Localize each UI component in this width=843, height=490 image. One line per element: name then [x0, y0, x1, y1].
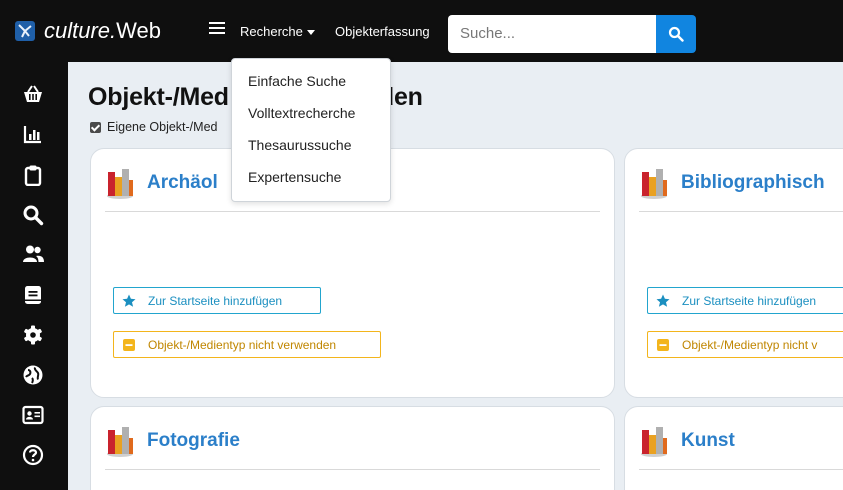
card-divider: [105, 469, 600, 470]
card-title[interactable]: Bibliographisch: [681, 172, 825, 194]
minus-square-icon: [123, 338, 135, 351]
page-title-start: Objekt-/Med: [88, 83, 229, 111]
add-to-start-label: Zur Startseite hinzufügen: [148, 293, 283, 308]
sidebar: [0, 62, 68, 490]
gear-icon[interactable]: [22, 324, 44, 346]
search-icon[interactable]: [22, 204, 44, 226]
card-divider: [639, 469, 843, 470]
card-divider: [639, 211, 843, 212]
menu-item-volltextrecherche[interactable]: Volltextrecherche: [232, 101, 390, 133]
menu-item-einfache-suche[interactable]: Einfache Suche: [232, 69, 390, 101]
search-button[interactable]: [656, 15, 696, 53]
type-card-photography: Fotografie: [90, 406, 615, 490]
card-title[interactable]: Archäol: [147, 172, 218, 194]
culture-web-logo-icon: [15, 21, 35, 41]
clipboard-icon[interactable]: [22, 164, 44, 186]
users-icon[interactable]: [22, 243, 44, 265]
card-header[interactable]: Fotografie: [105, 421, 240, 461]
brand-prefix: culture.: [44, 18, 117, 43]
book-icon[interactable]: [22, 284, 44, 306]
card-header[interactable]: Bibliographisch: [639, 163, 825, 203]
help-icon[interactable]: [22, 444, 44, 466]
books-icon: [107, 169, 133, 199]
id-card-icon[interactable]: [22, 404, 44, 426]
basket-icon[interactable]: [22, 83, 44, 105]
hamburger-menu-icon[interactable]: [209, 22, 225, 36]
menu-item-expertensuche[interactable]: Expertensuche: [232, 165, 390, 197]
card-header[interactable]: Archäol: [105, 163, 218, 203]
add-to-start-label: Zur Startseite hinzufügen: [682, 293, 817, 308]
own-types-checkbox-row[interactable]: Eigene Objekt-/Med: [90, 120, 217, 134]
books-icon: [641, 427, 667, 457]
brand-suffix: Web: [116, 18, 161, 43]
minus-square-icon: [657, 338, 669, 351]
add-to-start-button[interactable]: Zur Startseite hinzufügen: [113, 287, 321, 314]
type-card-art: Kunst: [624, 406, 843, 490]
search-icon: [668, 26, 684, 42]
caret-down-icon: [306, 30, 315, 36]
star-icon: [122, 294, 136, 307]
top-navbar: culture.Web Recherche Objekterfassung Su…: [0, 0, 843, 62]
brand-name: culture.Web: [44, 18, 161, 44]
nav-recherche-dropdown[interactable]: Recherche: [240, 24, 315, 39]
nav-recherche-label: Recherche: [240, 24, 303, 39]
card-title[interactable]: Fotografie: [147, 430, 240, 452]
bar-chart-icon[interactable]: [22, 123, 44, 145]
own-types-checkbox-label: Eigene Objekt-/Med: [107, 120, 218, 134]
nav-objekterfassung[interactable]: Objekterfassung: [335, 24, 430, 39]
star-icon: [656, 294, 670, 307]
card-divider: [105, 211, 600, 212]
books-icon: [641, 169, 667, 199]
card-header[interactable]: Kunst: [639, 421, 735, 461]
type-card-bibliographic: Bibliographisch Zur Startseite hinzufüge…: [624, 148, 843, 398]
dont-use-type-label: Objekt-/Medientyp nicht verwenden: [148, 337, 337, 352]
dont-use-type-button[interactable]: Objekt-/Medientyp nicht verwenden: [113, 331, 381, 358]
dont-use-type-label: Objekt-/Medientyp nicht v: [682, 337, 818, 352]
add-to-start-button[interactable]: Zur Startseite hinzufügen: [647, 287, 843, 314]
own-types-checkbox[interactable]: [90, 121, 101, 133]
recherche-dropdown-menu: Einfache Suche Volltextrecherche Thesaur…: [231, 58, 391, 202]
books-icon: [107, 427, 133, 457]
globe-icon[interactable]: [22, 364, 44, 386]
menu-item-thesaurussuche[interactable]: Thesaurussuche: [232, 133, 390, 165]
brand[interactable]: culture.Web: [14, 14, 161, 48]
dont-use-type-button[interactable]: Objekt-/Medientyp nicht v: [647, 331, 843, 358]
card-title[interactable]: Kunst: [681, 430, 735, 452]
search-input[interactable]: Suche...: [448, 15, 656, 53]
